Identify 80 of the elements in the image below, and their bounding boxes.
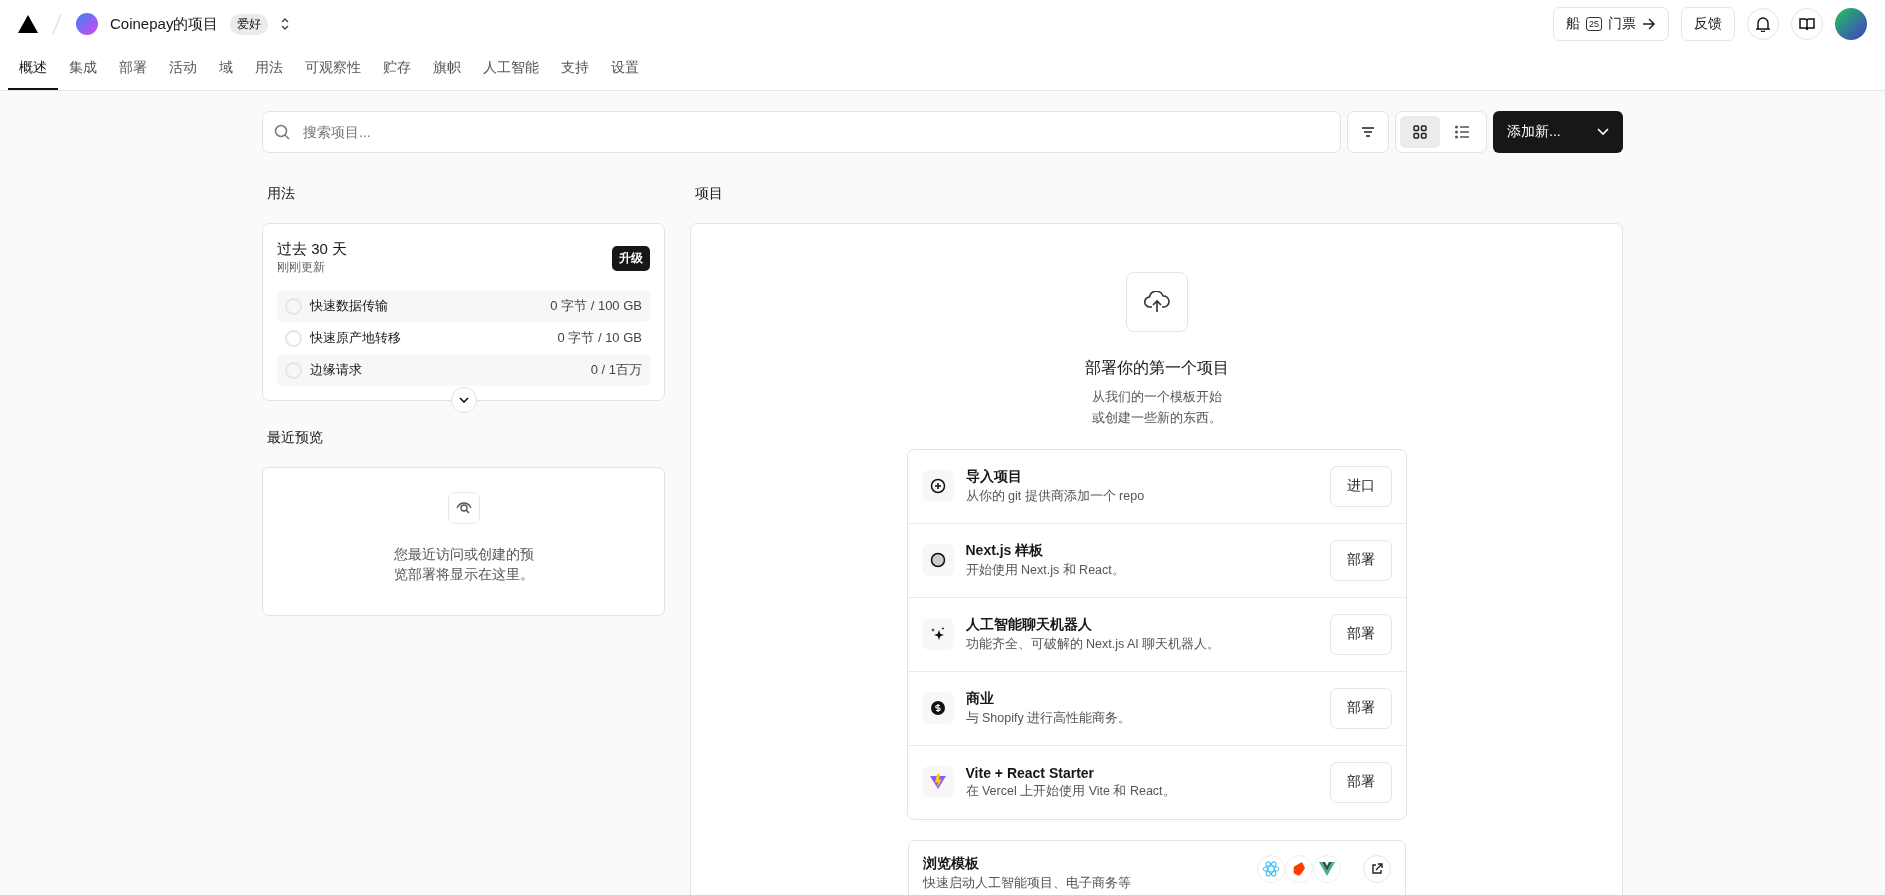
book-icon <box>1799 17 1815 31</box>
browse-templates-card[interactable]: 浏览模板 快速启动人工智能项目、电子商务等 <box>907 839 1406 895</box>
empty-subtitle: 从我们的一个模板开始 <box>1091 388 1222 406</box>
chevron-down-icon <box>458 397 469 403</box>
section-heading: 最近预览 <box>266 428 324 447</box>
template-action-button[interactable]: 部署 <box>1329 687 1392 729</box>
empty-title: 部署你的第一个项目 <box>1084 358 1229 378</box>
external-link-icon <box>1370 862 1383 875</box>
usage-metric: 快速数据传输 <box>310 297 388 315</box>
nav-tab[interactable]: 概述 <box>8 48 58 90</box>
browse-title: 浏览模板 <box>922 854 980 873</box>
dollar-coin-icon <box>929 700 946 717</box>
view-option[interactable] <box>1400 116 1440 148</box>
usage-metric: 快速原产地转移 <box>310 329 401 347</box>
nav-tab[interactable]: 活动 <box>158 48 208 90</box>
template-action-button[interactable]: 进口 <box>1329 465 1392 507</box>
chevron-down-icon <box>1597 128 1609 136</box>
template-title: 商业 <box>965 689 995 708</box>
template-description: 与 Shopify 进行高性能商务。 <box>965 709 1132 727</box>
expand-button[interactable] <box>450 387 477 413</box>
empty-subtitle: 或创建一些新的东西。 <box>1091 408 1222 427</box>
search-icon <box>274 124 290 140</box>
template-title: Next.js 样板 <box>965 541 1045 560</box>
bell-icon <box>1756 16 1770 32</box>
upgrade-button[interactable]: 升级 <box>612 245 650 271</box>
template-title: 导入项目 <box>965 467 1023 486</box>
template-title: Vite + React Starter <box>965 764 1096 781</box>
nav-tab[interactable]: 支持 <box>550 48 600 90</box>
arrow-right-icon <box>1642 18 1656 30</box>
template-action-button[interactable]: 部署 <box>1329 539 1392 581</box>
nav-tab[interactable]: 集成 <box>58 48 108 90</box>
chevron-updown-icon[interactable] <box>280 16 291 32</box>
nav-tab[interactable]: 设置 <box>600 48 650 90</box>
plus-circle-icon <box>929 478 946 495</box>
number-badge: 25 <box>1586 17 1602 31</box>
usage-value: 0 / 1百万 <box>590 361 642 379</box>
list-icon <box>1455 125 1469 139</box>
nav-tab[interactable]: 旗帜 <box>422 48 472 90</box>
search-field[interactable]: 搜索项目... <box>262 111 1341 153</box>
cloud-upload-icon <box>1143 291 1170 313</box>
template-description: 开始使用 Next.js 和 React。 <box>965 561 1125 579</box>
usage-ring-icon <box>285 329 302 347</box>
notifications-button[interactable] <box>1747 8 1779 40</box>
template-description: 功能齐全、可破解的 Next.js AI 聊天机器人。 <box>965 635 1221 653</box>
filter-button[interactable] <box>1347 111 1389 153</box>
template-action-button[interactable]: 部署 <box>1329 761 1392 803</box>
plan-badge: 爱好 <box>230 13 269 35</box>
period-label: 过去 30 天 <box>277 240 348 259</box>
template-description: 在 Vercel 上开始使用 Vite 和 React。 <box>965 782 1176 800</box>
browse-description: 快速启动人工智能项目、电子商务等 <box>922 874 1131 892</box>
template-action-button[interactable]: 部署 <box>1329 613 1392 655</box>
ship-tickets-button[interactable]: 船 25 门票 <box>1553 7 1669 41</box>
triangle-logo-icon[interactable] <box>18 15 38 33</box>
feedback-button[interactable]: 反馈 <box>1681 7 1735 41</box>
project-name[interactable]: Coinepay的项目 <box>110 14 219 34</box>
project-avatar <box>76 13 98 35</box>
slash-divider-icon <box>50 13 64 35</box>
nav-tab[interactable]: 域 <box>208 48 244 90</box>
eye-search-icon <box>455 501 472 515</box>
section-heading: 用法 <box>266 184 296 203</box>
section-heading: 项目 <box>694 184 724 203</box>
docs-button[interactable] <box>1791 8 1823 40</box>
filter-icon <box>1361 126 1375 138</box>
nav-tab[interactable]: 部署 <box>108 48 158 90</box>
nav-tab[interactable]: 可观察性 <box>294 48 372 90</box>
template-title: 人工智能聊天机器人 <box>965 615 1093 634</box>
add-new-button[interactable]: 添加新... <box>1493 111 1623 153</box>
template-description: 从你的 git 提供商添加一个 repo <box>965 487 1145 505</box>
usage-value: 0 字节 / 10 GB <box>557 329 642 347</box>
grid-icon <box>1413 125 1427 139</box>
updated-label: 刚刚更新 <box>277 259 326 276</box>
usage-metric: 边缘请求 <box>310 361 362 379</box>
usage-value: 0 字节 / 100 GB <box>550 297 642 315</box>
empty-message: 您最近访问或创建的预览部署将显示在这里。 <box>392 545 535 585</box>
external-link-button[interactable] <box>1362 854 1391 883</box>
nav-tab[interactable]: 用法 <box>244 48 294 90</box>
nav-tab[interactable]: 贮存 <box>372 48 422 90</box>
user-avatar[interactable] <box>1835 8 1867 40</box>
nav-tab[interactable]: 人工智能 <box>472 48 550 90</box>
atom-icon <box>1261 859 1280 878</box>
